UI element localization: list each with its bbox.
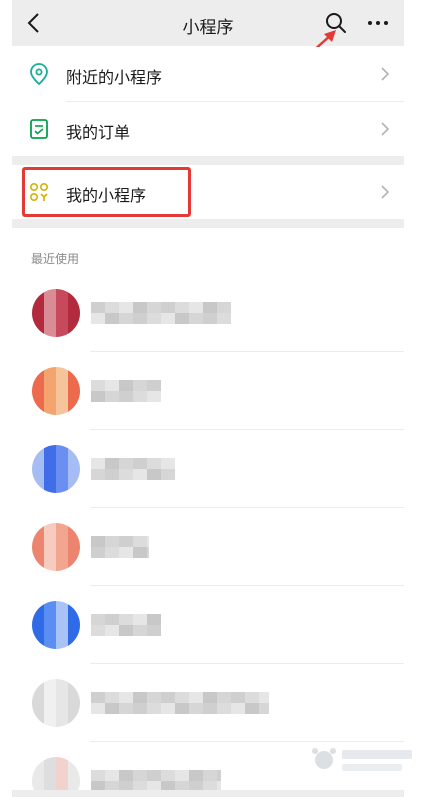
section-gap <box>12 156 404 165</box>
mini-program-avatar <box>32 445 80 493</box>
mini-program-avatar <box>32 601 80 649</box>
recent-mini-program-item[interactable] <box>12 664 404 742</box>
mini-program-name-blurred <box>91 536 149 558</box>
recent-mini-program-item[interactable] <box>12 508 404 586</box>
section-title-recent: 最近使用 <box>31 252 80 266</box>
recent-mini-program-item[interactable] <box>12 352 404 430</box>
annotation-highlight-box <box>22 167 191 217</box>
mini-program-name-blurred <box>91 614 161 636</box>
mini-program-name-blurred <box>91 692 269 714</box>
mini-program-name-blurred <box>91 458 175 480</box>
menu-item-my-orders[interactable]: 我的订单 <box>12 102 404 156</box>
phone-screen: 小程序 附近的小程序 我的订单 我的小程序 最近使用 <box>12 0 412 797</box>
mini-program-avatar <box>32 289 80 337</box>
menu-item-label: 我的订单 <box>66 123 131 142</box>
more-horizontal-icon[interactable] <box>364 11 392 35</box>
bottom-bar <box>12 790 404 797</box>
menu-item-label: 附近的小程序 <box>66 68 163 87</box>
chevron-right-icon <box>381 185 390 199</box>
nav-bar: 小程序 <box>12 0 404 46</box>
mini-program-avatar <box>32 367 80 415</box>
recent-mini-program-item[interactable] <box>12 430 404 508</box>
recent-mini-program-item[interactable] <box>12 274 404 352</box>
recent-mini-program-item[interactable] <box>12 586 404 664</box>
chevron-right-icon <box>381 67 390 81</box>
watermark-logo <box>312 748 412 771</box>
menu-item-nearby-mini-programs[interactable]: 附近的小程序 <box>12 47 404 101</box>
mini-program-avatar <box>32 523 80 571</box>
order-check-icon <box>30 119 48 139</box>
mini-program-name-blurred <box>91 770 221 792</box>
mini-program-name-blurred <box>91 302 231 324</box>
mini-program-avatar <box>32 679 80 727</box>
mini-program-name-blurred <box>91 380 161 402</box>
chevron-right-icon <box>381 122 390 136</box>
location-pin-icon <box>30 63 48 86</box>
section-gap <box>12 219 404 228</box>
